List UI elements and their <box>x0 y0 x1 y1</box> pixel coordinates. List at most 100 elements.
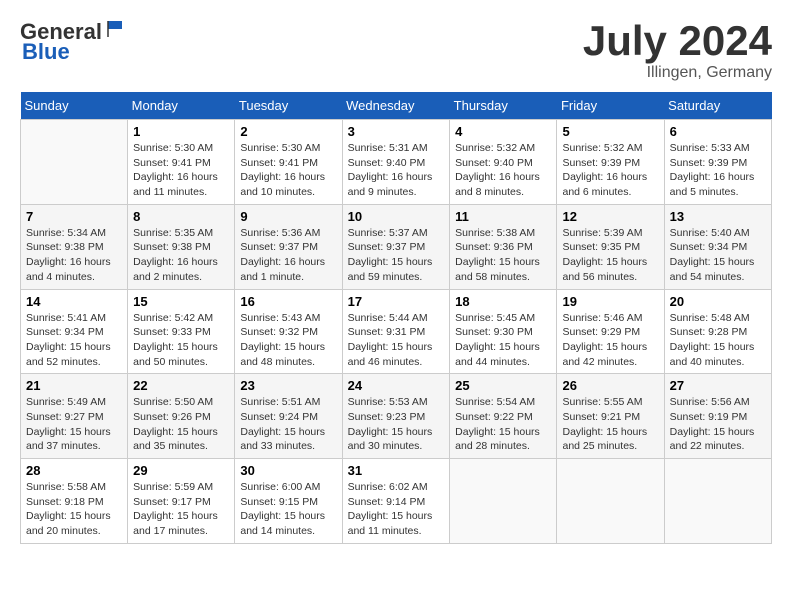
day-number: 9 <box>240 209 336 224</box>
calendar-cell <box>664 459 771 544</box>
day-number: 16 <box>240 294 336 309</box>
column-header-tuesday: Tuesday <box>235 92 342 120</box>
calendar-cell: 31 Sunrise: 6:02 AM Sunset: 9:14 PM Dayli… <box>342 459 450 544</box>
calendar-header-row: SundayMondayTuesdayWednesdayThursdayFrid… <box>21 92 772 120</box>
calendar-cell: 8 Sunrise: 5:35 AM Sunset: 9:38 PM Daylig… <box>128 204 235 289</box>
day-info: Sunrise: 5:40 AM Sunset: 9:34 PM Dayligh… <box>670 226 766 285</box>
day-info: Sunrise: 5:50 AM Sunset: 9:26 PM Dayligh… <box>133 395 229 454</box>
calendar-cell: 20 Sunrise: 5:48 AM Sunset: 9:28 PM Dayli… <box>664 289 771 374</box>
day-info: Sunrise: 5:42 AM Sunset: 9:33 PM Dayligh… <box>133 311 229 370</box>
day-info: Sunrise: 5:32 AM Sunset: 9:39 PM Dayligh… <box>562 141 658 200</box>
calendar-cell: 25 Sunrise: 5:54 AM Sunset: 9:22 PM Dayli… <box>450 374 557 459</box>
calendar-cell: 23 Sunrise: 5:51 AM Sunset: 9:24 PM Dayli… <box>235 374 342 459</box>
day-info: Sunrise: 5:36 AM Sunset: 9:37 PM Dayligh… <box>240 226 336 285</box>
day-info: Sunrise: 5:58 AM Sunset: 9:18 PM Dayligh… <box>26 480 122 539</box>
day-number: 24 <box>348 378 445 393</box>
day-number: 25 <box>455 378 551 393</box>
day-number: 21 <box>26 378 122 393</box>
logo-flag-icon <box>106 19 124 37</box>
day-number: 11 <box>455 209 551 224</box>
week-row-3: 14 Sunrise: 5:41 AM Sunset: 9:34 PM Dayli… <box>21 289 772 374</box>
day-info: Sunrise: 6:00 AM Sunset: 9:15 PM Dayligh… <box>240 480 336 539</box>
day-number: 5 <box>562 124 658 139</box>
calendar-cell <box>21 120 128 205</box>
calendar-cell: 22Sunrise: 5:50 AM Sunset: 9:26 PM Dayli… <box>128 374 235 459</box>
calendar-cell: 26 Sunrise: 5:55 AM Sunset: 9:21 PM Dayli… <box>557 374 664 459</box>
day-info: Sunrise: 5:37 AM Sunset: 9:37 PM Dayligh… <box>348 226 445 285</box>
day-info: Sunrise: 5:54 AM Sunset: 9:22 PM Dayligh… <box>455 395 551 454</box>
week-row-1: 1 Sunrise: 5:30 AM Sunset: 9:41 PM Daylig… <box>21 120 772 205</box>
day-number: 31 <box>348 463 445 478</box>
calendar-cell: 30 Sunrise: 6:00 AM Sunset: 9:15 PM Dayli… <box>235 459 342 544</box>
day-info: Sunrise: 5:33 AM Sunset: 9:39 PM Dayligh… <box>670 141 766 200</box>
day-info: Sunrise: 5:30 AM Sunset: 9:41 PM Dayligh… <box>133 141 229 200</box>
day-number: 14 <box>26 294 122 309</box>
day-info: Sunrise: 5:55 AM Sunset: 9:21 PM Dayligh… <box>562 395 658 454</box>
title-block: July 2024 Illingen, Germany <box>583 20 772 82</box>
calendar-cell: 13 Sunrise: 5:40 AM Sunset: 9:34 PM Dayli… <box>664 204 771 289</box>
day-info: Sunrise: 5:51 AM Sunset: 9:24 PM Dayligh… <box>240 395 336 454</box>
day-number: 4 <box>455 124 551 139</box>
week-row-4: 21 Sunrise: 5:49 AM Sunset: 9:27 PM Dayli… <box>21 374 772 459</box>
day-info: Sunrise: 5:56 AM Sunset: 9:19 PM Dayligh… <box>670 395 766 454</box>
calendar-cell: 4 Sunrise: 5:32 AM Sunset: 9:40 PM Daylig… <box>450 120 557 205</box>
calendar-cell: 16 Sunrise: 5:43 AM Sunset: 9:32 PM Dayli… <box>235 289 342 374</box>
day-info: Sunrise: 6:02 AM Sunset: 9:14 PM Dayligh… <box>348 480 445 539</box>
day-info: Sunrise: 5:53 AM Sunset: 9:23 PM Dayligh… <box>348 395 445 454</box>
calendar-cell <box>557 459 664 544</box>
day-number: 2 <box>240 124 336 139</box>
day-number: 20 <box>670 294 766 309</box>
week-row-2: 7Sunrise: 5:34 AM Sunset: 9:38 PM Daylig… <box>21 204 772 289</box>
day-info: Sunrise: 5:41 AM Sunset: 9:34 PM Dayligh… <box>26 311 122 370</box>
day-info: Sunrise: 5:46 AM Sunset: 9:29 PM Dayligh… <box>562 311 658 370</box>
column-header-friday: Friday <box>557 92 664 120</box>
calendar-cell: 18 Sunrise: 5:45 AM Sunset: 9:30 PM Dayli… <box>450 289 557 374</box>
day-number: 30 <box>240 463 336 478</box>
calendar-cell: 3 Sunrise: 5:31 AM Sunset: 9:40 PM Daylig… <box>342 120 450 205</box>
column-header-wednesday: Wednesday <box>342 92 450 120</box>
calendar-cell: 17Sunrise: 5:44 AM Sunset: 9:31 PM Dayli… <box>342 289 450 374</box>
logo: General Blue <box>20 20 124 64</box>
day-number: 8 <box>133 209 229 224</box>
day-number: 15 <box>133 294 229 309</box>
calendar-cell: 5 Sunrise: 5:32 AM Sunset: 9:39 PM Daylig… <box>557 120 664 205</box>
calendar-cell: 1 Sunrise: 5:30 AM Sunset: 9:41 PM Daylig… <box>128 120 235 205</box>
day-number: 1 <box>133 124 229 139</box>
day-number: 7 <box>26 209 122 224</box>
day-number: 28 <box>26 463 122 478</box>
calendar-cell: 27 Sunrise: 5:56 AM Sunset: 9:19 PM Dayli… <box>664 374 771 459</box>
column-header-monday: Monday <box>128 92 235 120</box>
day-info: Sunrise: 5:31 AM Sunset: 9:40 PM Dayligh… <box>348 141 445 200</box>
day-number: 6 <box>670 124 766 139</box>
month-title: July 2024 <box>583 20 772 62</box>
day-info: Sunrise: 5:32 AM Sunset: 9:40 PM Dayligh… <box>455 141 551 200</box>
day-number: 17 <box>348 294 445 309</box>
calendar-cell: 9 Sunrise: 5:36 AM Sunset: 9:37 PM Daylig… <box>235 204 342 289</box>
logo-blue: Blue <box>22 40 70 64</box>
day-info: Sunrise: 5:43 AM Sunset: 9:32 PM Dayligh… <box>240 311 336 370</box>
day-info: Sunrise: 5:48 AM Sunset: 9:28 PM Dayligh… <box>670 311 766 370</box>
calendar-table: SundayMondayTuesdayWednesdayThursdayFrid… <box>20 92 772 544</box>
day-info: Sunrise: 5:49 AM Sunset: 9:27 PM Dayligh… <box>26 395 122 454</box>
week-row-5: 28 Sunrise: 5:58 AM Sunset: 9:18 PM Dayli… <box>21 459 772 544</box>
column-header-sunday: Sunday <box>21 92 128 120</box>
calendar-cell <box>450 459 557 544</box>
day-number: 18 <box>455 294 551 309</box>
day-number: 10 <box>348 209 445 224</box>
day-number: 29 <box>133 463 229 478</box>
calendar-cell: 24 Sunrise: 5:53 AM Sunset: 9:23 PM Dayli… <box>342 374 450 459</box>
day-info: Sunrise: 5:35 AM Sunset: 9:38 PM Dayligh… <box>133 226 229 285</box>
day-info: Sunrise: 5:45 AM Sunset: 9:30 PM Dayligh… <box>455 311 551 370</box>
location: Illingen, Germany <box>583 64 772 82</box>
day-info: Sunrise: 5:30 AM Sunset: 9:41 PM Dayligh… <box>240 141 336 200</box>
day-number: 13 <box>670 209 766 224</box>
calendar-cell: 14 Sunrise: 5:41 AM Sunset: 9:34 PM Dayli… <box>21 289 128 374</box>
day-number: 3 <box>348 124 445 139</box>
day-number: 27 <box>670 378 766 393</box>
calendar-cell: 28 Sunrise: 5:58 AM Sunset: 9:18 PM Dayli… <box>21 459 128 544</box>
day-info: Sunrise: 5:59 AM Sunset: 9:17 PM Dayligh… <box>133 480 229 539</box>
day-number: 19 <box>562 294 658 309</box>
column-header-thursday: Thursday <box>450 92 557 120</box>
day-number: 23 <box>240 378 336 393</box>
day-number: 26 <box>562 378 658 393</box>
